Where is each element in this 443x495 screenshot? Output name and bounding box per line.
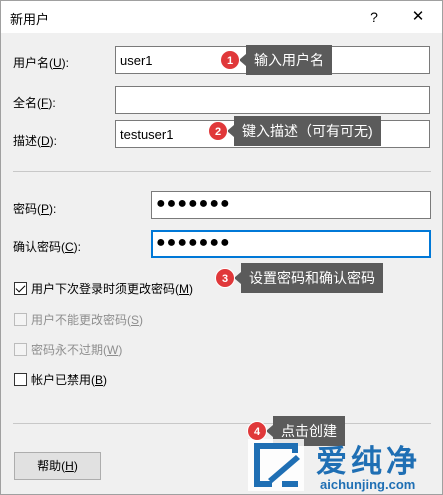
checkbox-box[interactable] [14,373,27,386]
username-label: 用户名(U): [13,56,70,70]
checkbox-must-change-password[interactable]: 用户下次登录时须更改密码(M) [14,280,193,297]
checkbox-box [14,313,27,326]
step-badge: 1 [220,50,240,70]
password-input[interactable]: ●●●●●●● [151,191,431,219]
checkbox-account-disabled[interactable]: 帐户已禁用(B) [14,371,107,388]
annotation-text: 设置密码和确认密码 [234,263,383,293]
password-label: 密码(P): [13,202,57,216]
checkbox-cannot-change-password: 用户不能更改密码(S) [14,311,143,328]
checkbox-label: 用户下次登录时须更改密码(M) [31,282,193,296]
help-button[interactable]: 帮助(H) [14,452,101,480]
watermark: 爱纯净 aichunjing.com [248,433,443,495]
watermark-logo-icon [248,439,304,491]
separator [13,171,431,172]
checkbox-box[interactable] [14,282,27,295]
annotation-text: 键入描述（可有可无) [227,116,381,146]
dialog-title: 新用户 [10,12,50,27]
checkbox-password-never-expires: 密码永不过期(W) [14,341,122,358]
help-question-button[interactable]: ? [361,6,387,28]
annotation-text: 输入用户名 [239,45,332,75]
separator [13,423,431,424]
annotation-1: 1 输入用户名 [220,45,332,75]
checkbox-box [14,343,27,356]
annotation-2: 2 键入描述（可有可无) [208,116,381,146]
confirm-password-label: 确认密码(C): [13,240,82,254]
checkbox-label: 用户不能更改密码(S) [31,313,144,327]
description-label: 描述(D): [13,134,58,148]
step-badge: 4 [247,421,267,441]
step-badge: 3 [215,268,235,288]
title-bar: 新用户 ? ✕ [1,1,442,33]
annotation-3: 3 设置密码和确认密码 [215,263,383,293]
confirm-password-input[interactable]: ●●●●●●● [151,230,431,258]
watermark-text: 爱纯净 [316,444,421,479]
checkbox-label: 帐户已禁用(B) [31,373,108,387]
close-button[interactable]: ✕ [403,6,433,28]
fullname-label: 全名(F): [13,96,56,110]
checkbox-label: 密码永不过期(W) [31,343,123,357]
fullname-input[interactable] [115,86,430,114]
watermark-url: aichunjing.com [320,477,416,492]
step-badge: 2 [208,121,228,141]
